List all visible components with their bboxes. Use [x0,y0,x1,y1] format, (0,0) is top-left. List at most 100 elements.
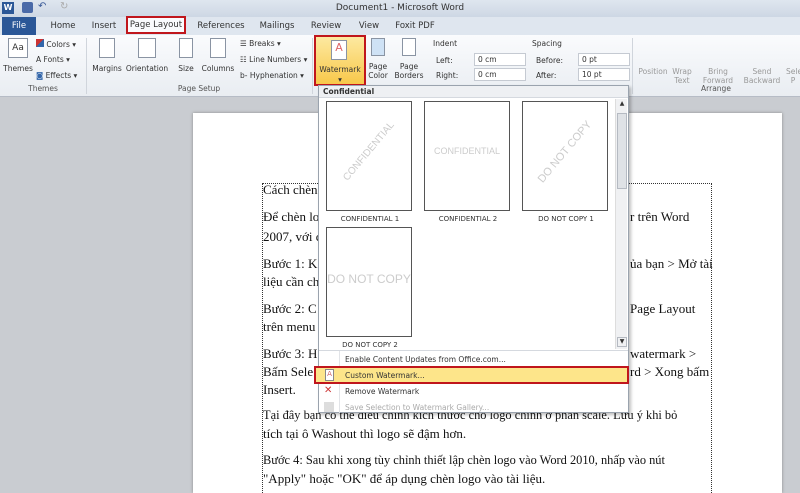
watermark-confidential-2[interactable]: CONFIDENTIAL CONFIDENTIAL 2 [420,101,516,223]
colors-icon [36,39,44,47]
themes-group-label: Themes [28,84,58,93]
line-numbers-button[interactable]: ☷ Line Numbers ▾ [240,55,307,64]
doc-line: Page Layout [630,301,696,316]
position-button[interactable]: Position [636,67,670,76]
effects-label: Effects [45,71,72,80]
tab-page-layout[interactable]: Page Layout [126,16,186,34]
remove-watermark-icon: ✕ [324,385,333,396]
doc-line: r trên Word [630,209,690,224]
page-color-label: Page [368,62,388,71]
doc-line: Bước 2: C [263,301,317,316]
save-selection-icon [324,402,334,412]
doc-line: rd > Xong bấm [630,364,710,379]
doc-line: Bấm Sele [263,364,314,379]
spacing-before-input[interactable]: 0 pt [578,53,630,66]
scroll-up-arrow[interactable]: ▲ [617,100,627,110]
doc-line: tích tại ô Washout thì logo sẽ đậm hơn. [263,426,467,441]
watermark-label: DO NOT COPY 1 [538,215,594,223]
orientation-button[interactable]: Orientation [124,38,170,73]
tab-mailings[interactable]: Mailings [256,19,298,35]
custom-watermark-item[interactable]: A Custom Watermark... [314,366,629,384]
scroll-down-arrow[interactable]: ▼ [617,337,627,347]
columns-button[interactable]: Columns [200,38,236,73]
spacing-title: Spacing [532,39,562,48]
doc-line: watermark > [630,346,697,361]
doc-line: liệu cần ch [263,274,320,289]
doc-line: trên menu [263,319,316,334]
watermark-do-not-copy-2[interactable]: DO NOT COPY DO NOT COPY 2 [322,227,418,349]
save-selection-item: Save Selection to Watermark Gallery... [345,403,490,412]
columns-label: Columns [201,64,235,73]
doc-line: 2007, với c [263,229,322,244]
tab-file[interactable]: File [2,17,36,35]
arrange-group-label: Arrange [701,84,731,93]
select-label: Sele [786,67,800,76]
spacing-before-label: Before: [536,56,564,65]
effects-icon: ◙ [36,71,44,80]
indent-right-input[interactable]: 0 cm [474,68,526,81]
colors-label: Colors [46,40,70,49]
colors-button[interactable]: Colors ▾ [36,39,76,49]
gallery-scrollbar[interactable]: ▲ ▼ [615,99,627,349]
page-setup-group-label: Page Setup [177,84,221,93]
themes-button[interactable]: Aa Themes [3,38,33,84]
custom-watermark-icon: A [325,369,334,381]
hyphenation-button[interactable]: b- Hyphenation ▾ [240,71,304,80]
send-backward-button[interactable]: Send Backward [740,67,784,85]
doc-line: Insert. [263,382,296,397]
tab-home[interactable]: Home [46,19,80,35]
watermark-dropdown: Confidential CONFIDENTIAL CONFIDENTIAL 1… [318,85,629,413]
themes-icon: Aa [8,38,28,58]
watermark-button[interactable]: A Watermark ▾ [314,35,366,86]
indent-left-input[interactable]: 0 cm [474,53,526,66]
tab-references[interactable]: References [196,19,246,35]
scroll-thumb[interactable] [617,113,627,189]
indent-title: Indent [433,39,458,48]
doc-line: Bước 3: H [263,346,318,361]
indent-left-label: Left: [436,56,453,65]
custom-watermark-label: Custom Watermark... [345,371,425,380]
watermark-label: CONFIDENTIAL 2 [438,215,498,223]
tab-foxit-pdf[interactable]: Foxit PDF [393,19,437,35]
size-icon [179,38,193,58]
effects-button[interactable]: ◙ Effects ▾ [36,71,77,80]
page-borders-button[interactable]: Page Borders [394,38,424,80]
size-button[interactable]: Size [172,38,200,73]
tab-insert[interactable]: Insert [88,19,120,35]
send-label: Send [752,67,772,76]
hyphenation-icon: b- [240,71,248,80]
spacing-after-label: After: [536,71,557,80]
margins-icon [99,38,115,58]
watermark-label: Watermark [319,65,361,74]
watermark-confidential-1[interactable]: CONFIDENTIAL CONFIDENTIAL 1 [322,101,418,223]
watermark-preview: CONFIDENTIAL [424,101,510,211]
page-borders-label: Page [399,62,419,71]
selection-pane-button[interactable]: Sele P [786,67,800,85]
bring-forward-button[interactable]: Bring Forward [700,67,736,85]
breaks-icon: ☰ [240,39,247,48]
remove-watermark-item[interactable]: Remove Watermark [345,387,419,396]
page-color-button[interactable]: Page Color [366,38,390,80]
margins-button[interactable]: Margins [90,38,124,73]
fonts-label: Fonts [43,55,64,64]
tab-view[interactable]: View [354,19,384,35]
watermark-icon: A [331,40,347,60]
spacing-after-input[interactable]: 10 pt [578,68,630,81]
hyphenation-label: Hyphenation [249,71,298,80]
watermark-do-not-copy-1[interactable]: DO NOT COPY DO NOT COPY 1 [518,101,614,223]
orientation-icon [138,38,156,58]
indent-right-label: Right: [436,71,459,80]
size-label: Size [178,64,194,73]
wrap-text-button[interactable]: Wrap Text [670,67,694,85]
bring-label: Bring [708,67,728,76]
breaks-label: Breaks [249,39,275,48]
section-header: Confidential [323,87,375,96]
fonts-button[interactable]: A Fonts ▾ [36,55,70,64]
breaks-button[interactable]: ☰ Breaks ▾ [240,39,281,48]
watermark-label: CONFIDENTIAL 1 [340,215,400,223]
doc-line: Bước 4: Sau khi xong tùy chỉnh thiết lập… [263,453,665,467]
enable-content-updates-item[interactable]: Enable Content Updates from Office.com..… [345,355,506,364]
tab-review[interactable]: Review [308,19,344,35]
line-numbers-label: Line Numbers [249,55,302,64]
columns-icon [210,38,226,58]
